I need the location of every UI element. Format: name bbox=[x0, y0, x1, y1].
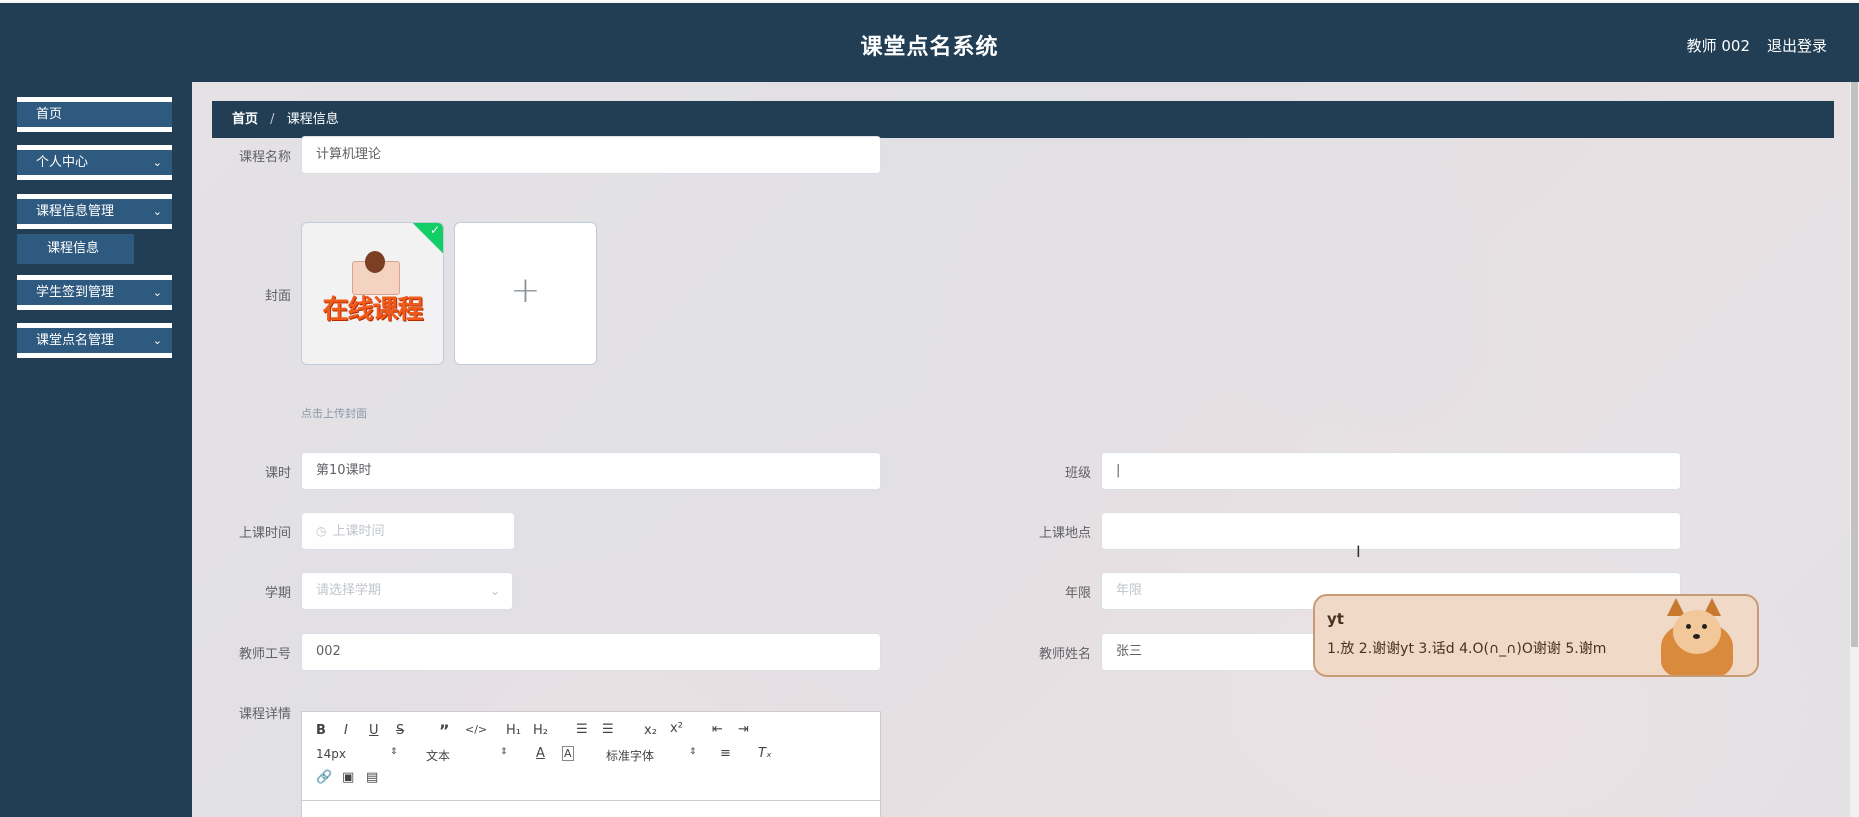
video-icon[interactable]: ▤ bbox=[366, 770, 378, 785]
sidebar-item-home[interactable]: 首页 bbox=[17, 97, 172, 132]
sidebar-item-student-signin-management[interactable]: 学生签到管理 ⌄ bbox=[17, 275, 172, 310]
align-icon[interactable]: ≡ bbox=[720, 746, 731, 761]
course-name-label: 课程名称 bbox=[238, 150, 291, 165]
ime-typed-text: yt bbox=[1327, 610, 1344, 628]
chevron-down-icon: ⌄ bbox=[152, 286, 162, 299]
superscript-icon[interactable]: x² bbox=[670, 721, 683, 736]
app-title: 课堂点名系统 bbox=[860, 35, 999, 60]
text-cursor-icon: I bbox=[1356, 542, 1361, 561]
lesson-hours-input[interactable]: 第10课时 bbox=[301, 452, 881, 490]
sidebar-item-personal-center[interactable]: 个人中心 ⌄ bbox=[17, 145, 172, 180]
breadcrumb-separator: / bbox=[270, 112, 275, 127]
sidebar-item-label: 首页 bbox=[36, 107, 63, 122]
background-veil bbox=[192, 82, 1859, 817]
term-placeholder: 请选择学期 bbox=[316, 583, 382, 598]
course-name-input[interactable]: 计算机理论 bbox=[301, 136, 881, 174]
dog-mascot-nose bbox=[1693, 634, 1700, 639]
bullet-list-icon[interactable]: ☰ bbox=[602, 722, 614, 737]
chevron-updown-icon: ⇕ bbox=[689, 747, 697, 757]
years-label: 年限 bbox=[1064, 586, 1091, 601]
strikethrough-icon[interactable]: S bbox=[396, 723, 404, 738]
clock-icon: ◷ bbox=[316, 524, 327, 538]
sidebar-subitem-course-info[interactable]: 课程信息 bbox=[17, 234, 134, 264]
image-icon[interactable]: ▣ bbox=[342, 770, 354, 785]
paragraph-select[interactable]: 文本 bbox=[426, 747, 450, 764]
teacher-id-label: 教师工号 bbox=[238, 647, 291, 662]
editor-toolbar: B I U S ” </> H₁ H₂ ☰ ☰ x₂ x² ⇤ ⇥ 14px ⇕… bbox=[302, 712, 880, 801]
clear-format-icon[interactable]: Tₓ bbox=[758, 746, 772, 761]
font-size-select[interactable]: 14px bbox=[316, 747, 346, 761]
header-2-icon[interactable]: H₂ bbox=[533, 723, 548, 738]
class-time-placeholder: 上课时间 bbox=[332, 524, 385, 539]
ime-candidate-window: yt 1.放 2.谢谢yt 3.话d 4.O(∩_∩)O谢谢 5.谢m bbox=[1313, 594, 1759, 677]
lesson-hours-label: 课时 bbox=[264, 466, 291, 481]
location-label: 上课地点 bbox=[1038, 526, 1091, 541]
chevron-down-icon: ⌄ bbox=[489, 584, 500, 598]
dog-mascot-eye bbox=[1702, 624, 1707, 629]
rich-text-editor[interactable]: B I U S ” </> H₁ H₂ ☰ ☰ x₂ x² ⇤ ⇥ 14px ⇕… bbox=[301, 711, 881, 817]
chevron-updown-icon: ⇕ bbox=[390, 747, 398, 757]
font-color-icon[interactable]: A bbox=[536, 746, 545, 761]
chevron-updown-icon: ⇕ bbox=[500, 747, 508, 757]
sidebar-item-course-info-management[interactable]: 课程信息管理 ⌄ bbox=[17, 194, 172, 229]
app-header: 课堂点名系统 教师 002 退出登录 bbox=[0, 3, 1859, 82]
upload-cover-tip: 点击上传封面 bbox=[301, 407, 367, 420]
term-label: 学期 bbox=[264, 586, 291, 601]
underline-icon[interactable]: U bbox=[369, 723, 379, 738]
dog-mascot-face bbox=[1673, 610, 1721, 654]
ordered-list-icon[interactable]: ☰ bbox=[576, 722, 588, 737]
link-icon[interactable]: 🔗 bbox=[316, 770, 332, 785]
code-icon[interactable]: </> bbox=[465, 723, 487, 736]
sidebar: 首页 个人中心 ⌄ 课程信息管理 ⌄ 课程信息 学生签到管理 ⌄ 课堂点名管理 … bbox=[0, 82, 192, 817]
class-input[interactable]: | bbox=[1101, 452, 1681, 490]
class-time-picker[interactable]: ◷ 上课时间 bbox=[301, 512, 515, 550]
dog-mascot-eye bbox=[1686, 624, 1691, 629]
location-input[interactable] bbox=[1101, 512, 1681, 550]
teacher-id-input[interactable]: 002 bbox=[301, 633, 881, 671]
sidebar-item-label: 学生签到管理 bbox=[36, 285, 115, 300]
main-content: 首页 / 课程信息 课程名称 计算机理论 封面 在线课程 ✓ + 点击上传封面 … bbox=[192, 82, 1859, 817]
bold-icon[interactable]: B bbox=[316, 723, 326, 738]
logout-link[interactable]: 退出登录 bbox=[1767, 35, 1827, 56]
current-user: 教师 002 bbox=[1686, 37, 1750, 55]
cover-thumbnail[interactable]: 在线课程 ✓ bbox=[301, 222, 444, 365]
subscript-icon[interactable]: x₂ bbox=[644, 723, 657, 738]
header-1-icon[interactable]: H₁ bbox=[506, 723, 521, 738]
chevron-down-icon: ⌄ bbox=[152, 156, 162, 169]
details-label: 课程详情 bbox=[238, 707, 291, 722]
teacher-name-label: 教师姓名 bbox=[1038, 647, 1091, 662]
breadcrumb-current: 课程信息 bbox=[286, 112, 339, 127]
upload-cover-button[interactable]: + bbox=[454, 222, 597, 365]
blockquote-icon[interactable]: ” bbox=[439, 721, 450, 740]
term-select[interactable]: 请选择学期 ⌄ bbox=[301, 572, 513, 610]
sidebar-item-label: 课堂点名管理 bbox=[36, 333, 115, 348]
sidebar-item-label: 课程信息管理 bbox=[36, 204, 115, 219]
breadcrumb: 首页 / 课程信息 bbox=[212, 101, 1834, 138]
plus-icon: + bbox=[510, 270, 541, 311]
indent-icon[interactable]: ⇥ bbox=[738, 722, 749, 737]
scrollbar-thumb[interactable] bbox=[1851, 82, 1858, 647]
scrollbar[interactable] bbox=[1850, 82, 1859, 817]
cover-picture-text: 在线课程 bbox=[322, 295, 423, 325]
font-family-select[interactable]: 标准字体 bbox=[606, 747, 654, 764]
ime-candidate-list[interactable]: 1.放 2.谢谢yt 3.话d 4.O(∩_∩)O谢谢 5.谢m bbox=[1327, 638, 1606, 658]
outdent-icon[interactable]: ⇤ bbox=[712, 722, 723, 737]
class-label: 班级 bbox=[1064, 466, 1091, 481]
sidebar-item-roll-call-management[interactable]: 课堂点名管理 ⌄ bbox=[17, 323, 172, 358]
italic-icon[interactable]: I bbox=[344, 723, 348, 738]
cover-picture-figure bbox=[365, 251, 385, 273]
sidebar-item-label: 个人中心 bbox=[36, 155, 89, 170]
chevron-down-icon: ⌄ bbox=[152, 334, 162, 347]
check-icon: ✓ bbox=[429, 223, 440, 237]
breadcrumb-home[interactable]: 首页 bbox=[232, 112, 258, 127]
class-time-label: 上课时间 bbox=[238, 526, 291, 541]
cover-label: 封面 bbox=[264, 289, 291, 304]
background-color-icon[interactable]: A bbox=[562, 746, 574, 761]
chevron-down-icon: ⌄ bbox=[152, 205, 162, 218]
